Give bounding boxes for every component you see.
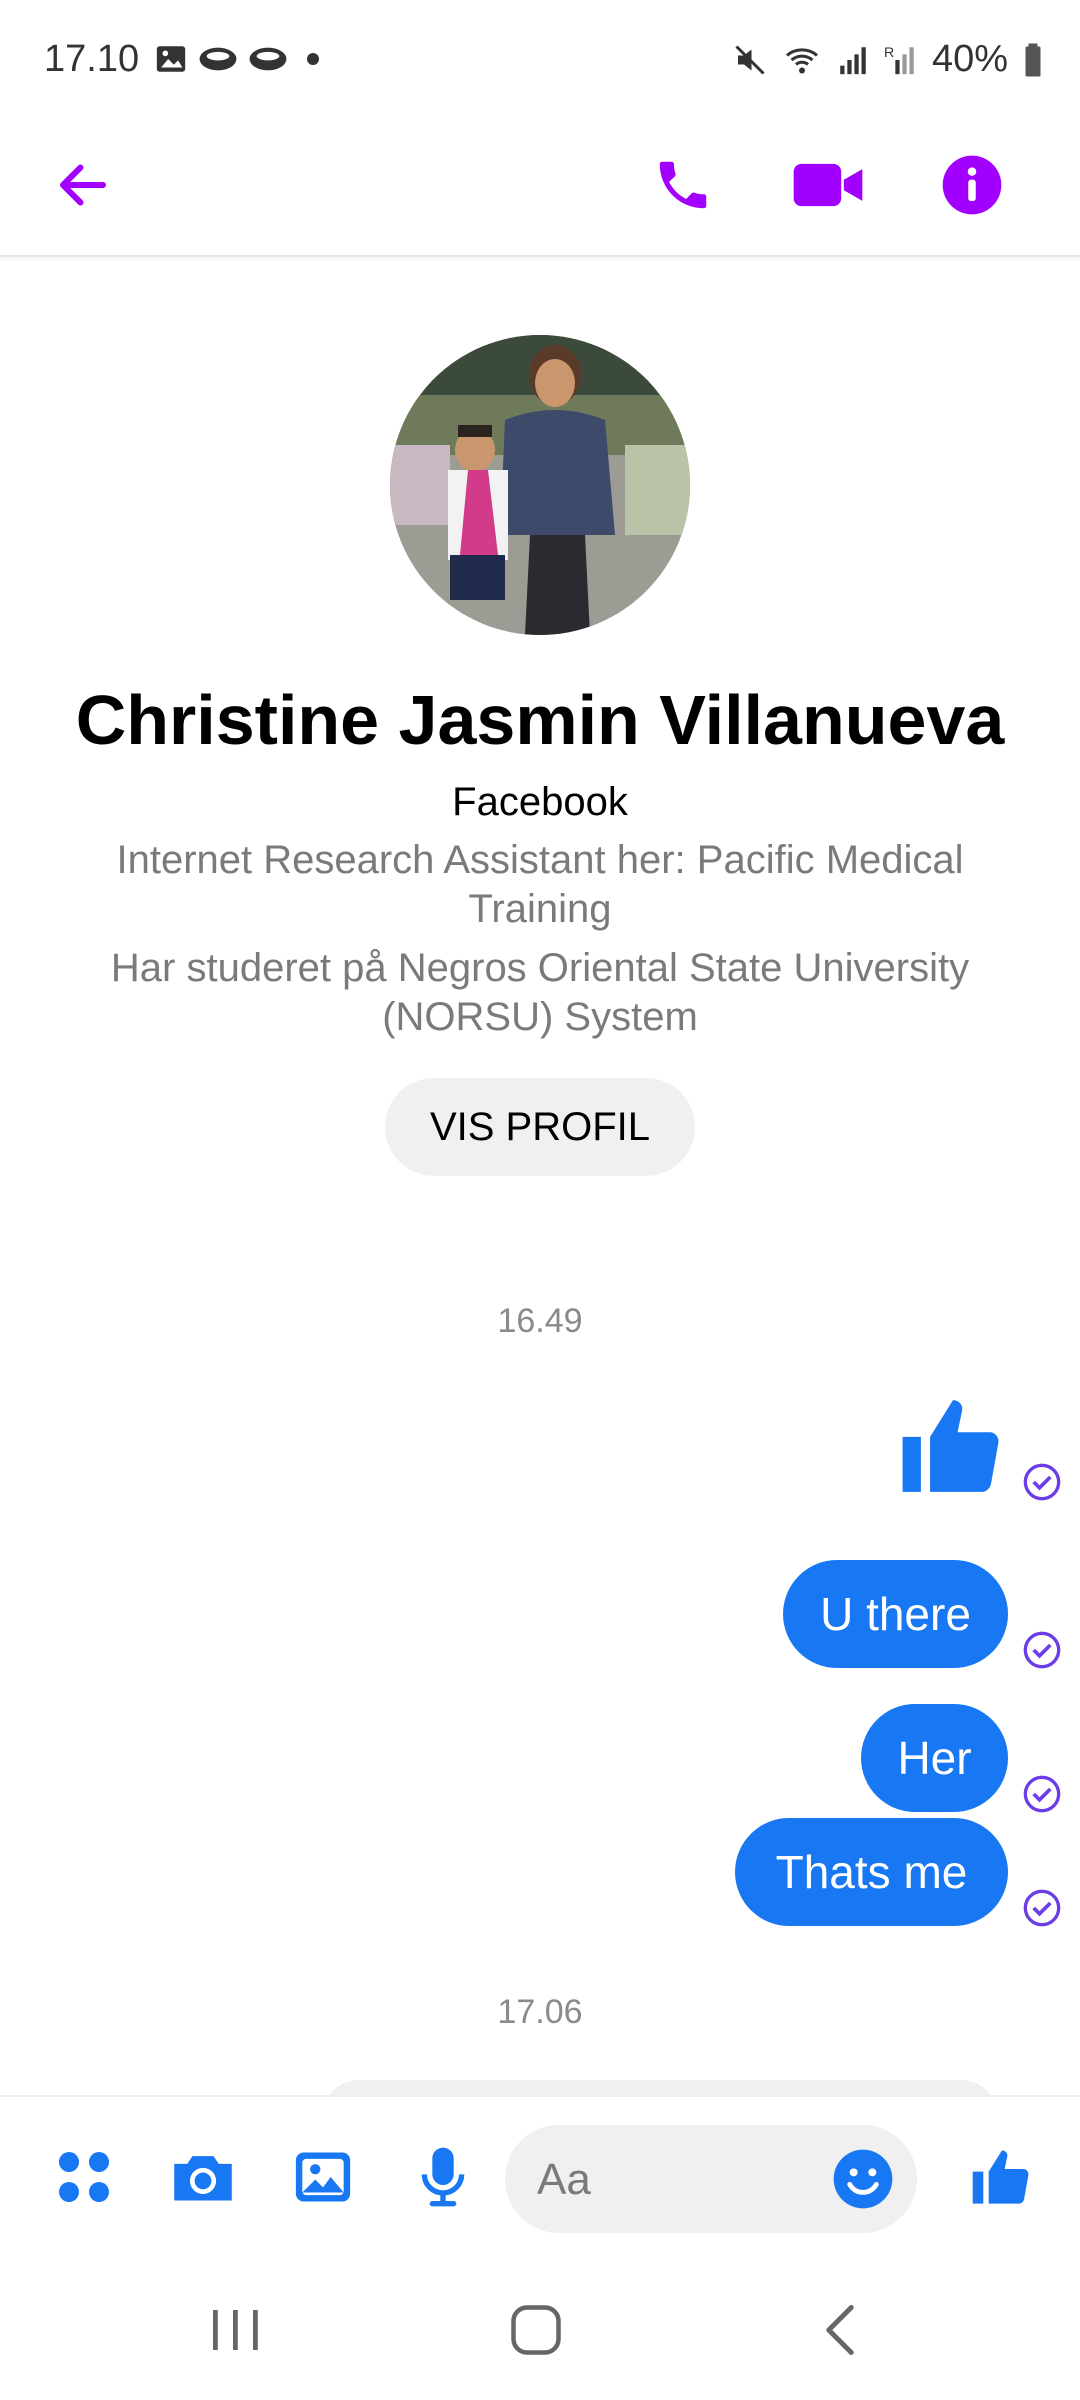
system-back-button[interactable] (790, 2295, 890, 2365)
back-button[interactable] (38, 140, 128, 230)
message-bubble[interactable]: Thats me (735, 1818, 1008, 1926)
wifi-icon (785, 47, 818, 73)
mute-icon (735, 44, 765, 75)
cloud-icon (199, 47, 237, 71)
conversation-header (0, 120, 1080, 257)
system-status: R 40% (732, 38, 1044, 81)
message-bubble[interactable]: Her (861, 1704, 1008, 1812)
status-bar: 17.10 R 40% (0, 0, 1080, 120)
message-input-container[interactable] (505, 2125, 917, 2233)
avatar[interactable] (390, 335, 690, 635)
contact-platform: Facebook (452, 780, 628, 824)
microphone-icon (421, 2147, 465, 2207)
send-like-button[interactable] (962, 2137, 1042, 2217)
thumbs-up-icon (902, 1400, 999, 1492)
signal-roaming-icon: R (884, 45, 914, 74)
system-navigation-bar (0, 2265, 1080, 2400)
voice-message-button[interactable] (403, 2137, 483, 2217)
gallery-button[interactable] (283, 2137, 363, 2217)
thumbs-up-icon (972, 2150, 1029, 2204)
sent-check-icon (1023, 1463, 1061, 1501)
recent-apps-button[interactable] (185, 2295, 285, 2365)
message-input[interactable] (535, 2145, 819, 2215)
gallery-icon (295, 2152, 351, 2202)
dot-icon (307, 53, 319, 65)
message-composer (0, 2095, 1080, 2267)
cloud-icon (249, 47, 287, 71)
recent-apps-icon (213, 2310, 258, 2350)
message-timestamp: 17.06 (497, 1993, 583, 2031)
sent-check-icon (1023, 1889, 1061, 1927)
signal-icon (840, 46, 866, 74)
message-bubble[interactable]: U there (783, 1560, 1008, 1668)
sent-check-icon (1023, 1775, 1061, 1813)
battery-icon (1025, 43, 1041, 76)
notification-icons (154, 42, 328, 76)
info-icon (942, 155, 1002, 215)
video-camera-icon (793, 163, 863, 207)
message-timestamp: 16.49 (497, 1302, 583, 1340)
view-profile-button[interactable]: VIS PROFIL (385, 1078, 695, 1176)
conversation-info-button[interactable] (927, 140, 1017, 230)
camera-icon (174, 2156, 232, 2201)
gallery-icon (156, 46, 186, 72)
phone-icon (659, 161, 707, 209)
more-actions-button[interactable] (44, 2137, 124, 2217)
home-icon (511, 2305, 561, 2355)
like-sticker-message[interactable] (898, 1390, 1008, 1502)
back-arrow-icon (60, 164, 106, 206)
emoji-button[interactable] (831, 2147, 895, 2211)
status-time: 17.10 (44, 38, 140, 80)
svg-text:R: R (884, 45, 894, 61)
contact-work: Internet Research Assistant her: Pacific… (116, 838, 964, 931)
home-button[interactable] (486, 2295, 586, 2365)
battery-percent: 40% (931, 38, 1008, 80)
video-call-button[interactable] (783, 140, 873, 230)
apps-icon (59, 2152, 109, 2202)
back-icon (826, 2305, 854, 2355)
emoji-icon (833, 2149, 893, 2209)
sent-check-icon (1023, 1631, 1061, 1669)
contact-name: Christine Jasmin Villanueva (75, 681, 1005, 759)
contact-education: Har studeret på Negros Oriental State Un… (110, 946, 970, 1039)
camera-button[interactable] (163, 2137, 243, 2217)
voice-call-button[interactable] (638, 140, 728, 230)
profile-photo (390, 335, 690, 635)
